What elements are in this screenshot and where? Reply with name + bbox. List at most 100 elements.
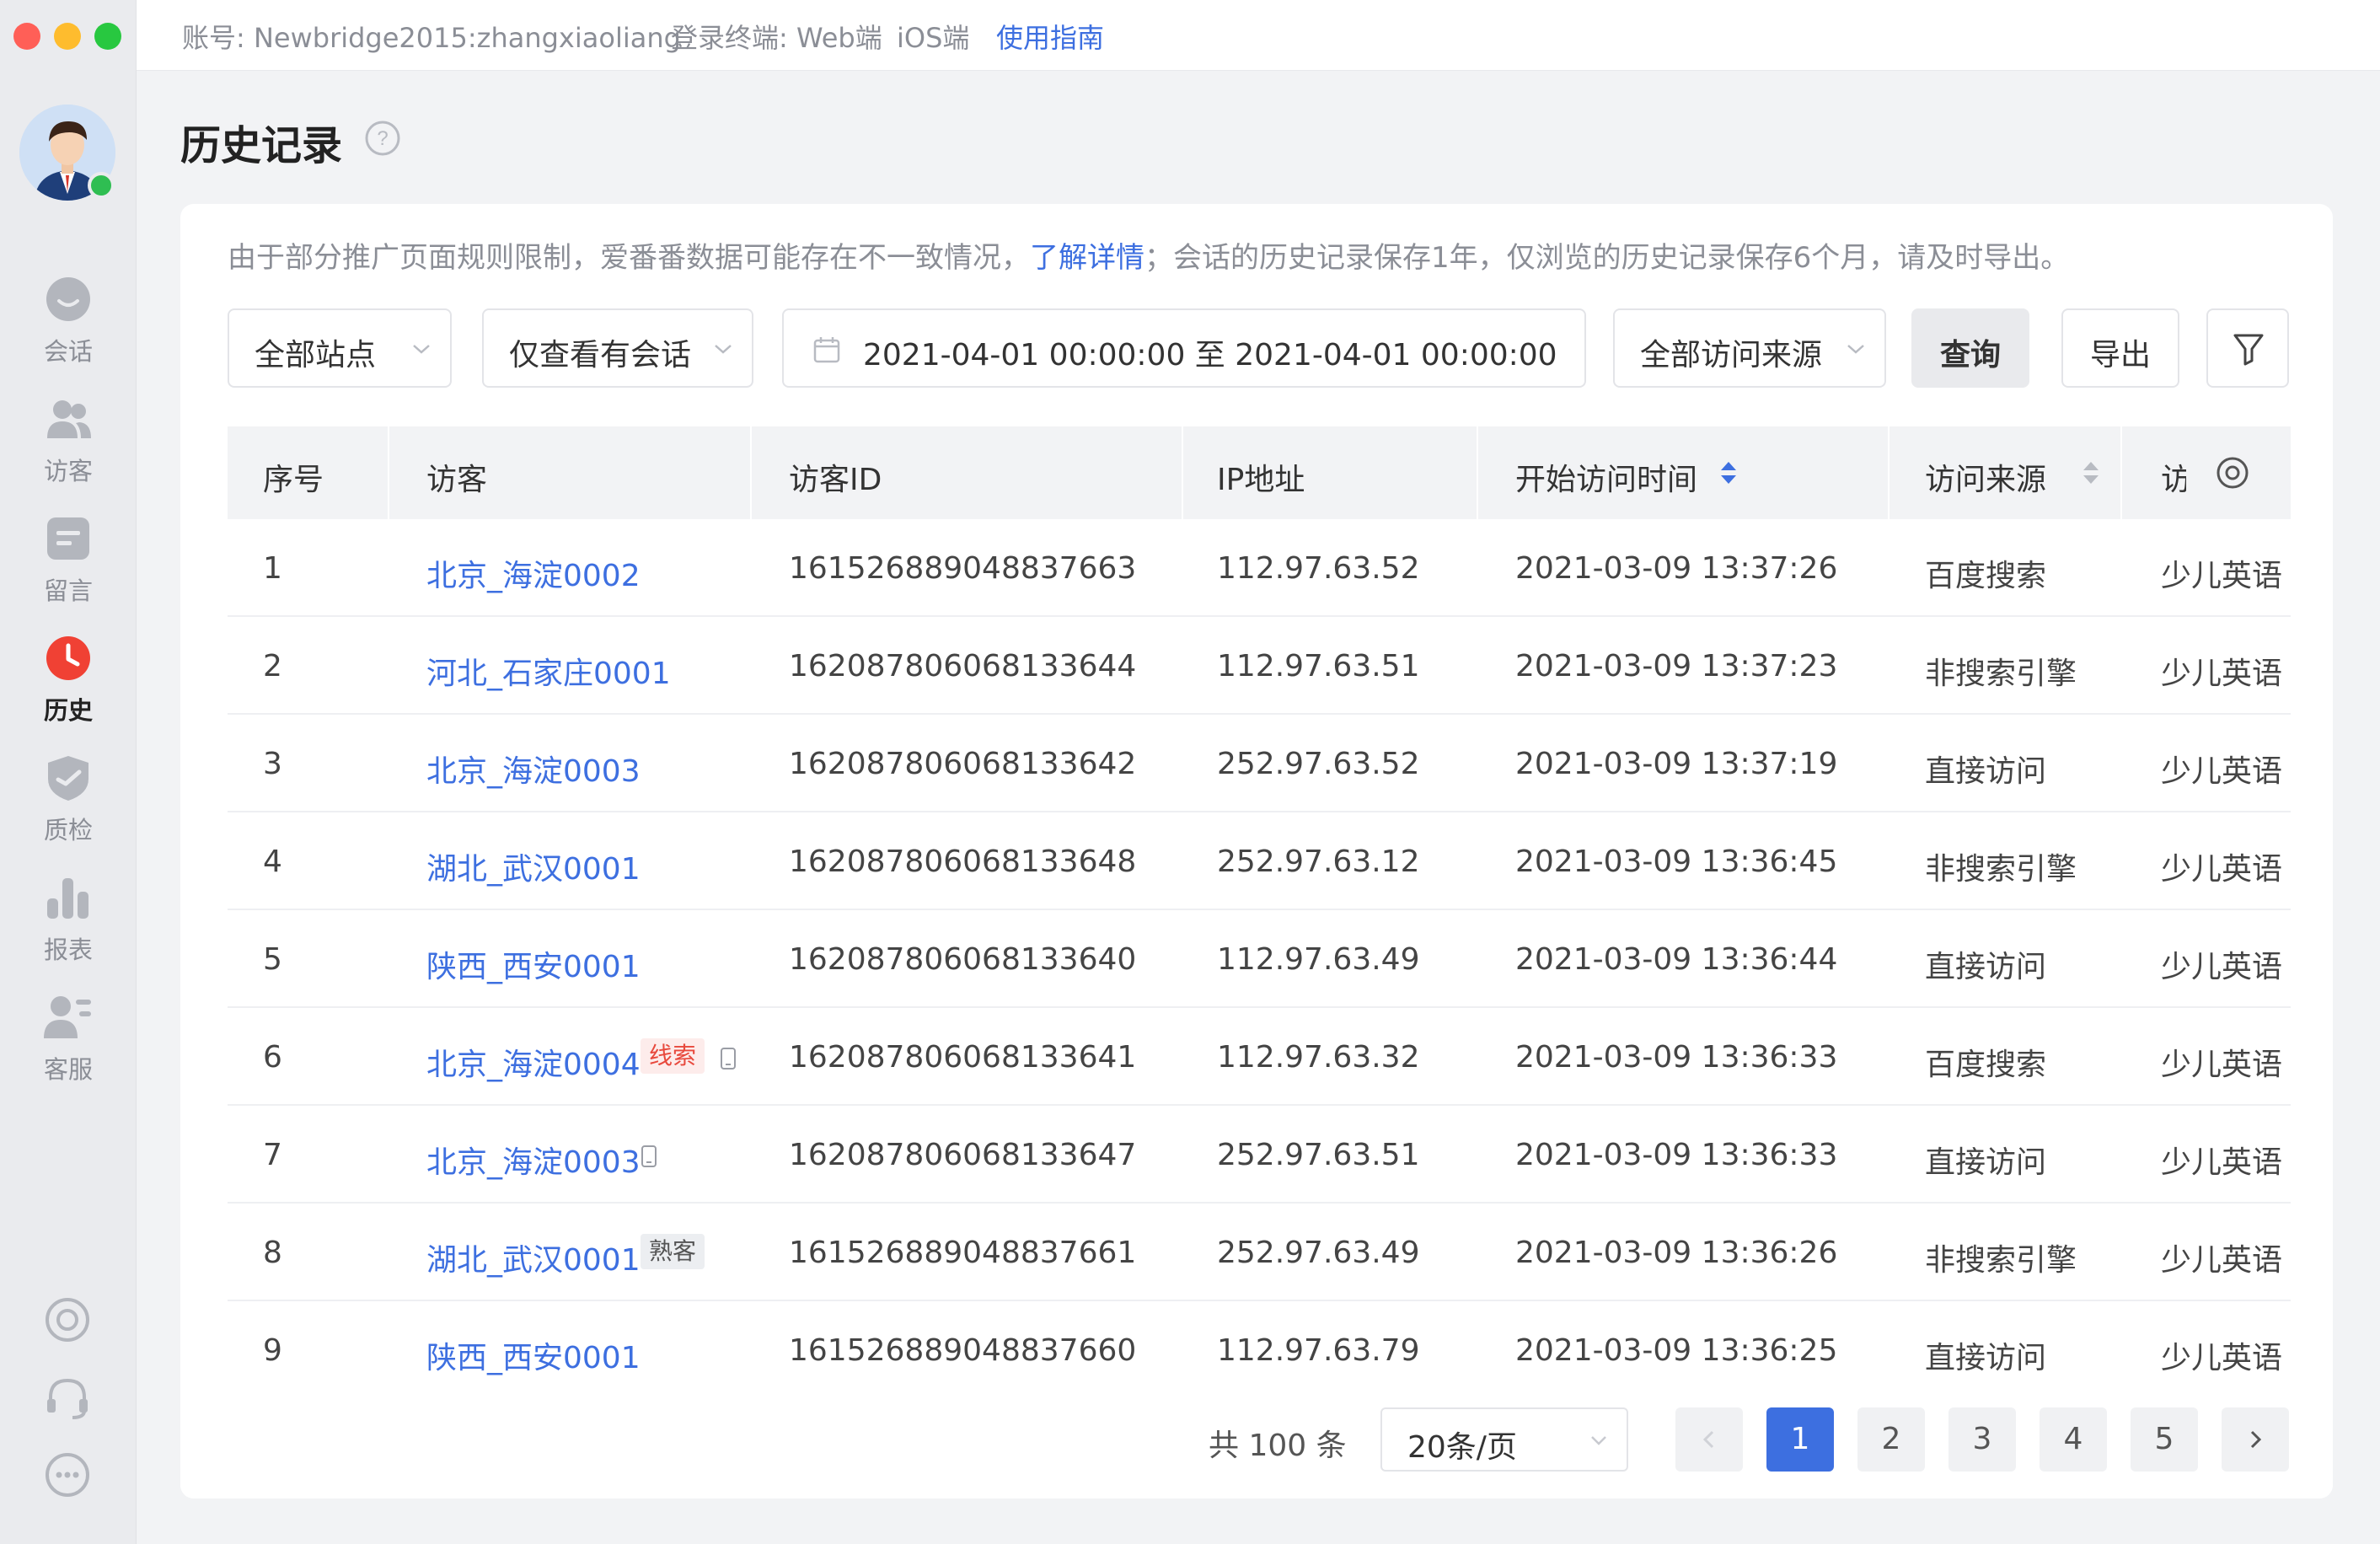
- settings-target-icon[interactable]: [44, 1296, 91, 1343]
- usage-guide-link[interactable]: 使用指南: [996, 17, 1104, 56]
- date-range-value: 2021-04-01 00:00:00 至 2021-04-01 00:00:0…: [863, 338, 1557, 373]
- notice-part: ；会话的历史记录保存1年，仅浏览的历史记录保存6个月，请及时导出。: [1144, 241, 2070, 275]
- date-range-picker[interactable]: 2021-04-01 00:00:00 至 2021-04-01 00:00:0…: [782, 308, 1586, 388]
- visitor-link[interactable]: 湖北_武汉0001: [426, 1236, 641, 1279]
- sidebar: 会话 访客 留言 历史 质检 报表 客服: [0, 0, 137, 1544]
- start-time: 2021-03-09 13:37:26: [1515, 551, 1838, 586]
- column-header-start-time[interactable]: 开始访问时间: [1515, 455, 1697, 499]
- sidebar-item-label: 历史: [43, 696, 93, 725]
- mobile-device-icon: [641, 1145, 657, 1167]
- table-row[interactable]: 8 湖北_武汉0001 熟客 161526889048837661 252.97.63.…: [228, 1204, 2291, 1301]
- visitor-link[interactable]: 陕西_西安0001: [426, 1333, 641, 1377]
- lead-tag: 线索: [641, 1038, 705, 1074]
- message-icon: [47, 517, 89, 560]
- history-card: 由于部分推广页面规则限制，爱番番数据可能存在不一致情况，了解详情；会话的历史记录…: [180, 204, 2333, 1498]
- help-icon[interactable]: ?: [364, 120, 401, 157]
- ip-address: 252.97.63.51: [1217, 1138, 1420, 1172]
- sort-icon[interactable]: [1719, 460, 1738, 485]
- sidebar-item-history[interactable]: 历史: [0, 634, 137, 733]
- headset-icon[interactable]: [44, 1374, 91, 1421]
- minimize-window-button[interactable]: [54, 23, 81, 50]
- site-select[interactable]: 全部站点: [228, 308, 452, 388]
- sidebar-item-chat[interactable]: 会话: [0, 275, 137, 374]
- visited-page: 少儿英语: [2161, 950, 2283, 984]
- table-row[interactable]: 4 湖北_武汉0001 162087806068133648 252.97.63.12…: [228, 812, 2291, 910]
- visitor-id: 162087806068133641: [789, 1040, 1137, 1075]
- learn-more-link[interactable]: 了解详情: [1030, 241, 1144, 275]
- start-time: 2021-03-09 13:36:25: [1515, 1333, 1838, 1368]
- export-button[interactable]: 导出: [2061, 308, 2179, 388]
- start-time: 2021-03-09 13:36:33: [1515, 1138, 1838, 1172]
- sidebar-item-label: 留言: [43, 576, 93, 605]
- maximize-window-button[interactable]: [94, 23, 121, 50]
- visit-source: 直接访问: [1925, 754, 2047, 789]
- visitor-link[interactable]: 北京_海淀0002: [426, 551, 641, 595]
- visitor-link[interactable]: 湖北_武汉0001: [426, 844, 641, 888]
- sidebar-item-label: 客服: [43, 1055, 93, 1084]
- row-number: 4: [263, 844, 282, 879]
- column-settings-icon[interactable]: [2216, 456, 2249, 490]
- more-icon[interactable]: [44, 1451, 91, 1498]
- filter-button[interactable]: [2206, 308, 2289, 388]
- page-button-3[interactable]: 3: [1948, 1407, 2016, 1472]
- row-number: 5: [263, 942, 282, 977]
- page-size-select[interactable]: 20条/页: [1380, 1407, 1628, 1472]
- visit-source: 直接访问: [1925, 1145, 2047, 1180]
- row-number: 6: [263, 1040, 282, 1075]
- table-body: 1 北京_海淀0002 161526889048837663 112.97.63.52…: [228, 519, 2291, 1379]
- visited-page: 少儿英语: [2161, 559, 2283, 593]
- visited-page: 少儿英语: [2161, 1048, 2283, 1082]
- top-bar: 账号: Newbridge2015:zhangxiaoliang 登录终端: W…: [137, 0, 2380, 71]
- row-number: 8: [263, 1236, 282, 1270]
- page-button-1[interactable]: 1: [1766, 1407, 1834, 1472]
- row-number: 7: [263, 1138, 282, 1172]
- visitor-link[interactable]: 河北_石家庄0001: [426, 649, 671, 693]
- table-row[interactable]: 2 河北_石家庄0001 162087806068133644 112.97.63.5…: [228, 617, 2291, 715]
- notice-text: 由于部分推广页面规则限制，爱番番数据可能存在不一致情况，了解详情；会话的历史记录…: [228, 234, 2069, 276]
- sidebar-item-messages[interactable]: 留言: [0, 514, 137, 614]
- table-row[interactable]: 3 北京_海淀0003 162087806068133642 252.97.63.52…: [228, 715, 2291, 812]
- page-button-2[interactable]: 2: [1857, 1407, 1925, 1472]
- chevron-down-icon: [715, 345, 732, 354]
- next-page-button[interactable]: [2222, 1407, 2289, 1472]
- sort-icon[interactable]: [2082, 460, 2100, 485]
- visit-source: 非搜索引擎: [1925, 657, 2077, 691]
- column-divider: [1477, 426, 1478, 519]
- page-button-4[interactable]: 4: [2040, 1407, 2107, 1472]
- app-window: 会话 访客 留言 历史 质检 报表 客服 账号: Newbridge2015:z…: [0, 0, 2380, 1544]
- table-row[interactable]: 6 北京_海淀0004 线索 162087806068133641 112.97.63.…: [228, 1008, 2291, 1106]
- visitor-link[interactable]: 北京_海淀0003: [426, 1138, 641, 1182]
- prev-page-button[interactable]: [1675, 1407, 1743, 1472]
- visited-page: 少儿英语: [2161, 1341, 2283, 1375]
- close-window-button[interactable]: [13, 23, 40, 50]
- table-row[interactable]: 9 陕西_西安0001 161526889048837660 112.97.63.79…: [228, 1301, 2291, 1379]
- agent-icon: [44, 996, 91, 1038]
- visited-page: 少儿英语: [2161, 852, 2283, 887]
- column-divider: [750, 426, 752, 519]
- visitor-id: 161526889048837663: [789, 551, 1137, 586]
- report-chart-icon: [47, 878, 88, 919]
- query-button-label: 查询: [1939, 338, 2001, 373]
- column-header-clip: 访: [2161, 426, 2186, 519]
- sidebar-item-reports[interactable]: 报表: [0, 873, 137, 973]
- sidebar-item-quality[interactable]: 质检: [0, 753, 137, 853]
- column-header-source[interactable]: 访问来源: [1925, 455, 2046, 499]
- sidebar-item-visitors[interactable]: 访客: [0, 394, 137, 494]
- login-terminals: 登录终端: Web端: [671, 22, 882, 54]
- query-button[interactable]: 查询: [1911, 308, 2029, 388]
- visitor-link[interactable]: 北京_海淀0004: [426, 1040, 641, 1084]
- table-row[interactable]: 1 北京_海淀0002 161526889048837663 112.97.63.52…: [228, 519, 2291, 617]
- visitor-link[interactable]: 陕西_西安0001: [426, 942, 641, 986]
- start-time: 2021-03-09 13:37:23: [1515, 649, 1838, 684]
- source-select[interactable]: 全部访问来源: [1613, 308, 1886, 388]
- sidebar-item-agents[interactable]: 客服: [0, 993, 137, 1092]
- visitor-link[interactable]: 北京_海淀0003: [426, 747, 641, 791]
- visit-source: 百度搜索: [1925, 559, 2047, 593]
- session-filter-select[interactable]: 仅查看有会话: [482, 308, 753, 388]
- visitor-id: 161526889048837661: [789, 1236, 1137, 1270]
- page-button-5[interactable]: 5: [2131, 1407, 2198, 1472]
- visitor-id: 162087806068133640: [789, 942, 1137, 977]
- table-row[interactable]: 5 陕西_西安0001 162087806068133640 112.97.63.49…: [228, 910, 2291, 1008]
- table-row[interactable]: 7 北京_海淀0003 162087806068133647 252.97.63.51…: [228, 1106, 2291, 1204]
- ip-address: 112.97.63.32: [1217, 1040, 1420, 1075]
